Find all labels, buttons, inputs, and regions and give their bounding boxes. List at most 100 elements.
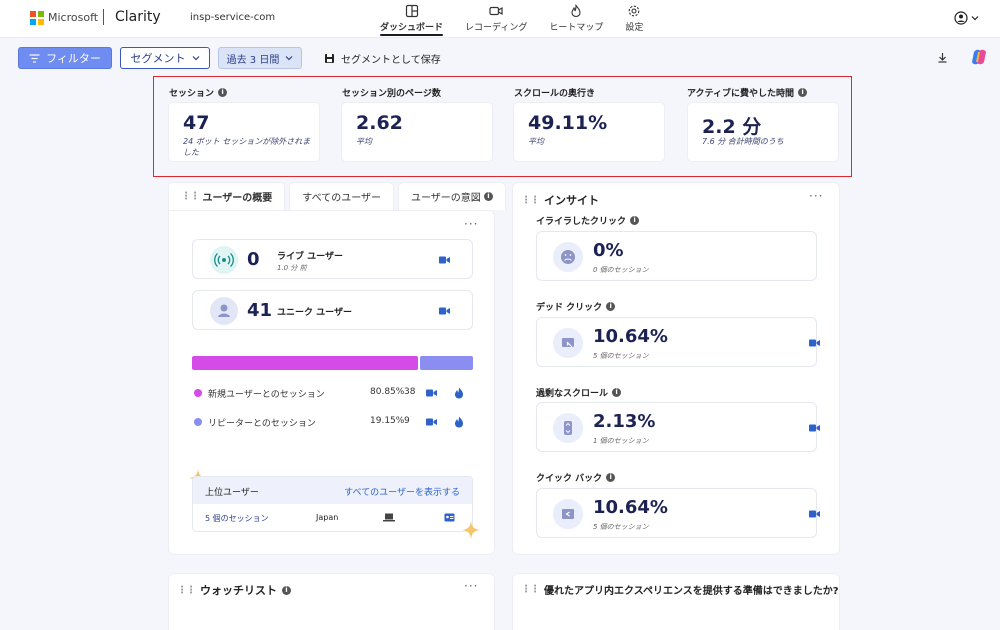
insight-label-rage-clicks: イライラしたクリック i	[536, 214, 640, 227]
nav-dashboard[interactable]: ダッシュボード	[380, 0, 444, 38]
nav-heatmaps[interactable]: ヒートマップ	[549, 0, 603, 38]
date-range-dropdown[interactable]: 過去 3 日間	[218, 47, 302, 69]
metric-label-sessions: セッション i	[169, 86, 228, 99]
insight-sub: 5 個のセッション	[593, 523, 649, 531]
new-users-bar-segment	[192, 356, 418, 370]
drag-handle-icon[interactable]: ⋮⋮	[521, 584, 540, 595]
laptop-icon	[383, 513, 395, 522]
microsoft-logo-icon	[30, 11, 44, 25]
tab-user-intent[interactable]: ユーザーの意図 i	[398, 182, 506, 210]
scroll-icon	[553, 413, 583, 443]
project-name[interactable]: insp-service-com	[190, 12, 275, 23]
video-icon[interactable]	[809, 424, 820, 432]
brand-name: Microsoft	[48, 11, 99, 24]
dead-click-icon	[553, 328, 583, 358]
heatmap-flame-icon[interactable]	[454, 387, 464, 399]
info-icon[interactable]: i	[606, 302, 616, 311]
video-icon[interactable]	[439, 307, 450, 315]
metric-value: 2.2 分	[702, 116, 762, 138]
video-icon[interactable]	[809, 510, 820, 518]
nav-dashboard-label: ダッシュボード	[380, 23, 444, 33]
legend-percent: 19.15%	[370, 416, 405, 426]
info-icon[interactable]: i	[282, 585, 291, 595]
nav-heatmaps-label: ヒートマップ	[549, 23, 604, 33]
id-card-icon[interactable]	[444, 513, 455, 522]
insight-label-dead-clicks: デッド クリック i	[536, 300, 616, 313]
returning-users-bar-segment	[420, 356, 473, 370]
metric-label-text: セッション	[169, 89, 215, 99]
download-icon[interactable]	[937, 52, 948, 63]
quick-back-icon	[553, 499, 583, 529]
gear-icon	[629, 5, 640, 17]
info-icon[interactable]: i	[606, 473, 616, 482]
insight-card-dead-clicks[interactable]: 10.64% 5 個のセッション	[536, 317, 820, 367]
more-options-icon[interactable]: ···	[464, 579, 478, 593]
info-icon[interactable]: i	[218, 88, 228, 97]
more-options-icon[interactable]: ···	[809, 189, 823, 203]
insight-label-text: イライラしたクリック	[536, 217, 627, 227]
info-icon[interactable]: i	[612, 388, 622, 397]
video-icon[interactable]	[439, 256, 450, 264]
metric-label-text: セッション別のページ数	[342, 89, 441, 99]
video-icon[interactable]	[426, 418, 437, 426]
video-icon[interactable]	[809, 339, 820, 347]
insight-value: 10.64%	[593, 497, 668, 518]
nav-recordings-label: レコーディング	[465, 23, 528, 33]
insight-value: 2.13%	[593, 411, 656, 432]
info-icon[interactable]: i	[630, 216, 640, 225]
drag-handle-icon[interactable]: ⋮⋮	[181, 191, 200, 202]
video-icon[interactable]	[426, 389, 437, 397]
filter-button-label: フィルター	[46, 52, 101, 65]
sparkle-icon	[462, 521, 480, 539]
metric-card-scroll: 49.11% 平均	[513, 102, 665, 162]
insights-panel: ⋮⋮ インサイト ··· イライラしたクリック i 0% 0 個のセッション デ…	[512, 182, 840, 555]
metric-card-pages: 2.62 平均	[341, 102, 493, 162]
top-users-box: 上位ユーザー すべてのユーザーを表示する 5 個のセッション Japan	[192, 476, 473, 532]
save-segment-button[interactable]: セグメントとして保存	[324, 47, 441, 69]
more-options-icon[interactable]: ···	[464, 217, 478, 231]
tab-user-overview[interactable]: ⋮⋮ ユーザーの概要	[168, 182, 286, 210]
account-menu[interactable]	[954, 11, 979, 25]
metrics-highlight-frame: セッション i セッション別のページ数 スクロールの奥行き アクティブに費やした…	[153, 76, 852, 177]
insight-card-excessive-scroll[interactable]: 2.13% 1 個のセッション	[536, 402, 820, 452]
unique-users-value: 41	[247, 300, 273, 321]
watchlist-panel: ⋮⋮ ウォッチリスト i ···	[168, 573, 495, 630]
drag-handle-icon[interactable]: ⋮⋮	[521, 195, 540, 206]
top-user-sessions: 5 個のセッション	[205, 514, 269, 523]
info-icon[interactable]: i	[798, 88, 808, 97]
metric-sub: 平均	[528, 137, 544, 146]
tab-label: ユーザーの概要	[202, 193, 273, 204]
top-bar: Microsoft Clarity insp-service-com ダッシュボ…	[0, 0, 1000, 38]
user-tabs: ⋮⋮ ユーザーの概要 すべてのユーザー ユーザーの意図 i	[168, 182, 506, 210]
metric-sub: 7.6 分 合計時間のうち	[702, 137, 784, 146]
metric-card-active-time: 2.2 分 7.6 分 合計時間のうち	[687, 102, 839, 162]
insight-sub: 1 個のセッション	[593, 437, 649, 445]
toolbar: フィルター セグメント 過去 3 日間 セグメントとして保存	[0, 38, 1000, 80]
legend-percent: 80.85%	[370, 387, 405, 397]
insight-card-quick-back[interactable]: 10.64% 5 個のセッション	[536, 488, 820, 538]
view-all-users-link[interactable]: すべてのユーザーを表示する	[344, 485, 460, 498]
user-circle-icon	[954, 11, 968, 25]
insight-card-rage-clicks[interactable]: 0% 0 個のセッション	[536, 231, 817, 281]
metric-label-pages: セッション別のページ数	[342, 86, 441, 99]
chevron-down-icon	[285, 56, 293, 61]
brand-divider	[103, 9, 104, 25]
info-icon[interactable]: i	[484, 192, 493, 201]
copilot-icon[interactable]	[970, 48, 988, 66]
segment-dropdown[interactable]: セグメント	[120, 47, 210, 69]
insight-value: 10.64%	[593, 326, 668, 347]
heatmap-flame-icon[interactable]	[454, 416, 464, 428]
nav-recordings[interactable]: レコーディング	[465, 0, 527, 38]
tab-all-users[interactable]: すべてのユーザー	[289, 182, 394, 210]
live-users-sub: 1.0 分 前	[277, 264, 307, 272]
insight-label-text: 過剰なスクロール	[536, 389, 609, 399]
filter-button[interactable]: フィルター	[18, 47, 112, 69]
nav-settings[interactable]: 設定	[625, 0, 643, 38]
drag-handle-icon[interactable]: ⋮⋮	[177, 585, 196, 596]
user-overview-panel: ··· 0 ライブ ユーザー 1.0 分 前 41 ユニーク ユーザー 新規ユー…	[168, 210, 495, 555]
readiness-panel: ⋮⋮ 優れたアプリ内エクスペリエンスを提供する準備はできましたか?	[512, 573, 840, 630]
watchlist-title: ウォッチリスト	[200, 584, 277, 597]
product-name: Clarity	[115, 9, 161, 25]
legend-new-users: 新規ユーザーとのセッション 80.85% 38	[192, 386, 473, 400]
top-user-row[interactable]: 5 個のセッション Japan	[193, 504, 472, 531]
